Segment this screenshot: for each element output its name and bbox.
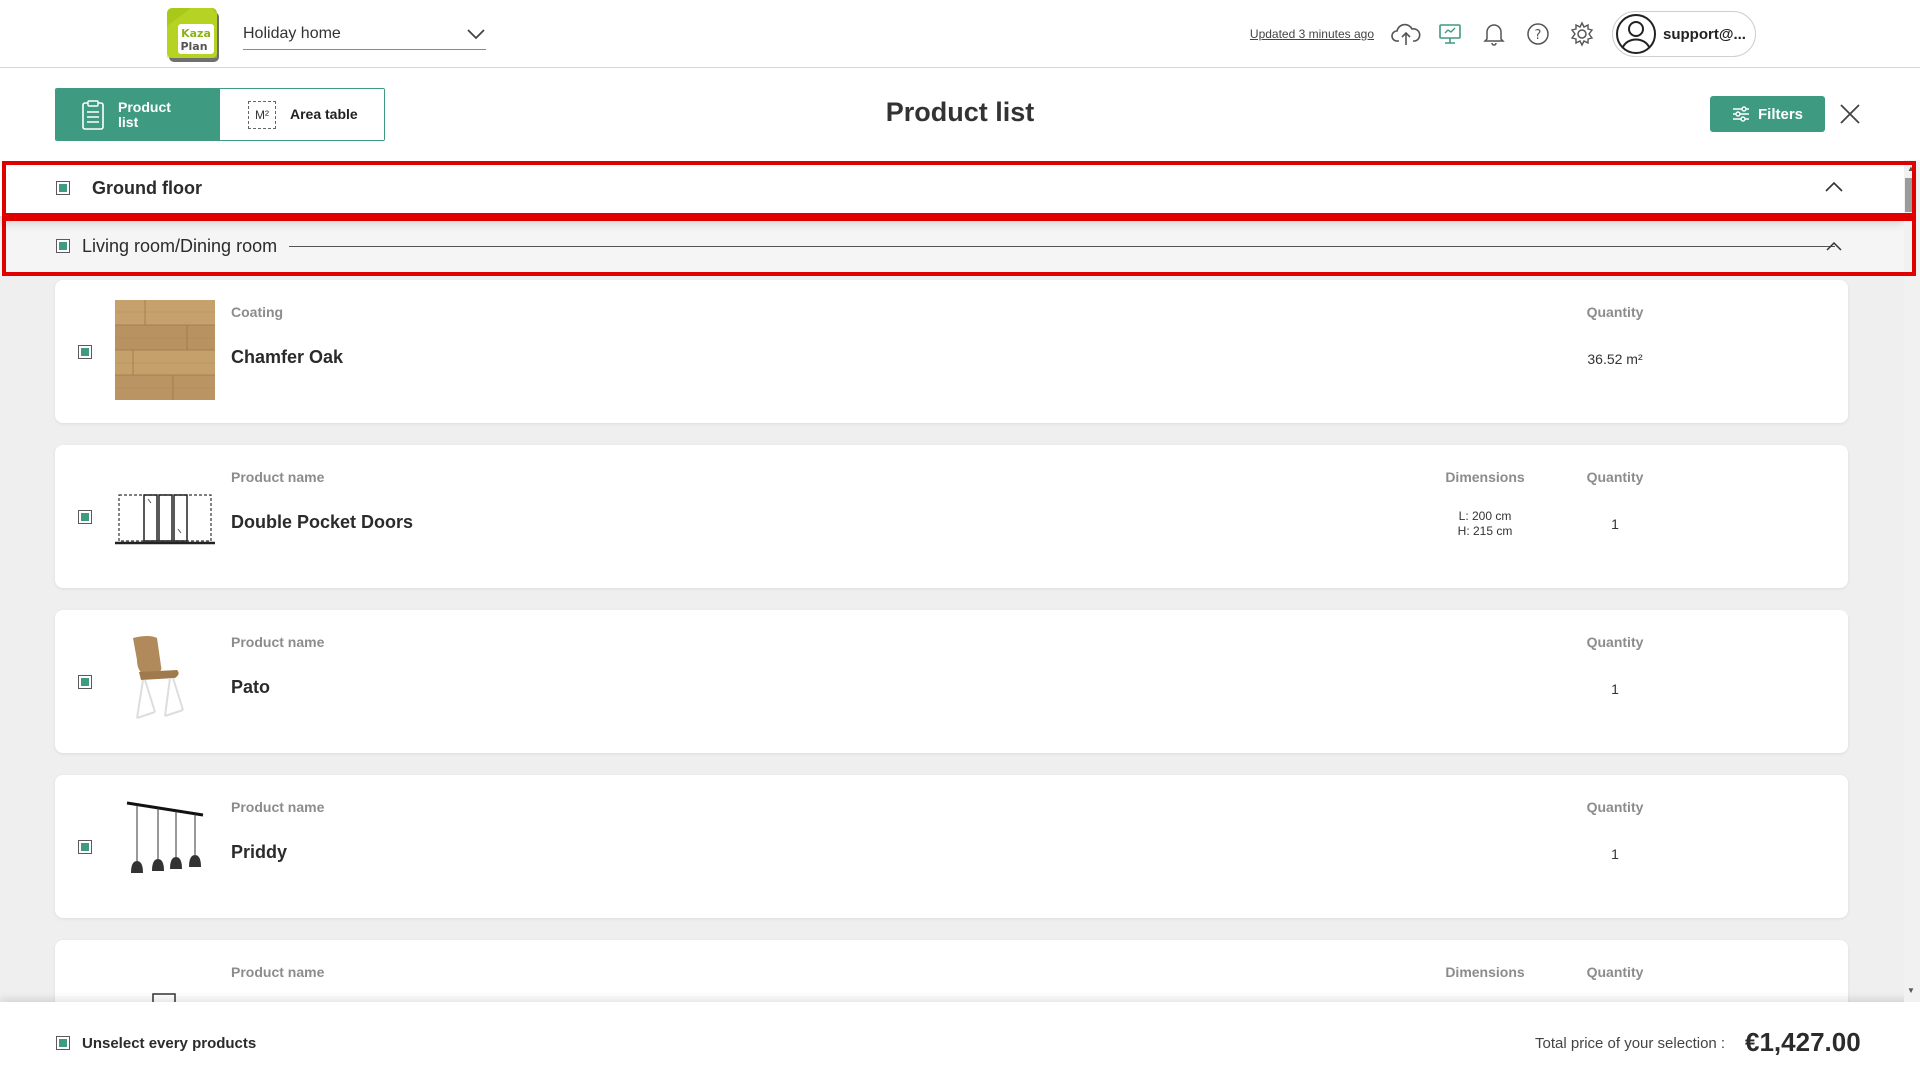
room-name: Living room/Dining room xyxy=(82,235,278,256)
product-card: Product name Quantity Pato 1 xyxy=(55,610,1848,753)
tab-product-list-label: Product list xyxy=(118,98,171,130)
floor-checkbox[interactable] xyxy=(56,181,70,195)
filters-button[interactable]: Filters xyxy=(1710,96,1825,132)
oak-texture-thumbnail xyxy=(115,300,215,400)
product-name: Double Pocket Doors xyxy=(231,512,414,532)
product-card: Product name Dimensions Quantity xyxy=(55,940,1848,1002)
scrollbar-track[interactable] xyxy=(1904,160,1920,1002)
product-name: Pato xyxy=(231,677,271,697)
total-price-label: Total price of your selection : xyxy=(1535,1035,1726,1052)
product-card: Product name Dimensions Quantity Double … xyxy=(55,445,1848,588)
unselect-all-label[interactable]: Unselect every products xyxy=(82,1035,256,1052)
chevron-down-icon xyxy=(467,28,485,39)
floor-name: Ground floor xyxy=(92,177,202,198)
product-name: Priddy xyxy=(231,842,288,862)
product-name-label: Product name xyxy=(231,799,325,815)
coating-label: Coating xyxy=(231,304,284,320)
product-thumbnail xyxy=(152,993,176,1002)
quantity-label: Quantity xyxy=(1586,304,1644,320)
product-name-label: Product name xyxy=(231,964,325,980)
kazaplan-logo[interactable]: Kaza Plan xyxy=(166,6,224,64)
pendant-lamp-thumbnail xyxy=(126,801,204,873)
sliders-icon xyxy=(1732,106,1749,122)
svg-text:Kaza: Kaza xyxy=(181,27,211,40)
help-icon[interactable]: ? xyxy=(1516,12,1560,56)
room-group-header[interactable]: Living room/Dining room xyxy=(0,216,1904,276)
scroll-down-arrow[interactable]: ▼ xyxy=(1907,986,1915,995)
monitor-icon[interactable] xyxy=(1428,12,1472,56)
dimensions-label: Dimensions xyxy=(1445,469,1525,485)
svg-text:?: ? xyxy=(1535,28,1542,43)
product-name-label: Product name xyxy=(231,469,325,485)
project-name: Holiday home xyxy=(243,24,341,42)
product-quantity: 36.52 m² xyxy=(1587,351,1643,367)
svg-text:Plan: Plan xyxy=(180,40,207,53)
room-divider xyxy=(289,245,1836,247)
tab-area-table[interactable]: M² Area table xyxy=(220,89,384,140)
product-name: Chamfer Oak xyxy=(231,347,344,367)
product-quantity: 1 xyxy=(1611,516,1619,532)
scroll-up-arrow[interactable]: ▲ xyxy=(1907,164,1915,173)
updated-status-link[interactable]: Updated 3 minutes ago xyxy=(1250,27,1374,41)
chevron-up-icon[interactable] xyxy=(1824,181,1844,193)
dimension-length: L: 200 cm xyxy=(1458,509,1512,523)
project-select[interactable]: Holiday home xyxy=(243,18,486,50)
tab-product-list[interactable]: Product list xyxy=(56,89,220,140)
scrollbar-thumb[interactable] xyxy=(1905,178,1913,212)
product-dimensions: L: 200 cm H: 215 cm xyxy=(1435,509,1535,539)
chevron-up-icon[interactable] xyxy=(1826,241,1842,251)
quantity-label: Quantity xyxy=(1586,634,1644,650)
product-checkbox[interactable] xyxy=(78,345,92,359)
area-m2-icon: M² xyxy=(248,100,276,129)
close-icon[interactable] xyxy=(1836,100,1864,128)
top-bar: Kaza Plan Holiday home Updated 3 minutes… xyxy=(0,0,1920,68)
dimensions-label: Dimensions xyxy=(1445,964,1525,980)
top-toolbar: Updated 3 minutes ago ? support@... xyxy=(1250,10,1756,58)
gear-icon[interactable] xyxy=(1560,12,1604,56)
quantity-label: Quantity xyxy=(1586,799,1644,815)
product-quantity: 1 xyxy=(1611,681,1619,697)
clipboard-list-icon xyxy=(82,99,104,130)
filters-label: Filters xyxy=(1757,105,1803,123)
quantity-label: Quantity xyxy=(1586,469,1644,485)
product-checkbox[interactable] xyxy=(78,510,92,524)
dimension-height: H: 215 cm xyxy=(1457,524,1513,538)
product-card: Product name Quantity Priddy 1 xyxy=(55,775,1848,918)
bell-icon[interactable] xyxy=(1472,12,1516,56)
cloud-upload-icon[interactable] xyxy=(1384,12,1428,56)
product-name-label: Product name xyxy=(231,634,325,650)
floor-group-header[interactable]: Ground floor xyxy=(0,160,1904,216)
total-price-value: €1,427.00 xyxy=(1745,1027,1861,1057)
product-card: Coating Quantity Chamfer Oak 36.52 m² xyxy=(55,280,1848,423)
pocket-doors-thumbnail xyxy=(115,494,215,545)
quantity-label: Quantity xyxy=(1586,964,1644,980)
user-avatar-icon xyxy=(1616,14,1656,54)
tab-area-table-label: Area table xyxy=(290,106,358,122)
product-quantity: 1 xyxy=(1611,846,1619,862)
product-checkbox[interactable] xyxy=(78,675,92,689)
chair-thumbnail xyxy=(133,636,184,719)
account-menu[interactable]: support@... xyxy=(1612,11,1756,57)
product-list-panel: Ground floor Living room/Dining room Coa… xyxy=(0,160,1920,1002)
account-name: support@... xyxy=(1663,25,1746,43)
unselect-all-checkbox[interactable] xyxy=(56,1036,70,1050)
view-tabs: Product list M² Area table xyxy=(55,88,385,141)
product-checkbox[interactable] xyxy=(78,840,92,854)
room-checkbox[interactable] xyxy=(56,239,70,253)
selection-footer: Unselect every products Total price of y… xyxy=(0,1002,1920,1080)
